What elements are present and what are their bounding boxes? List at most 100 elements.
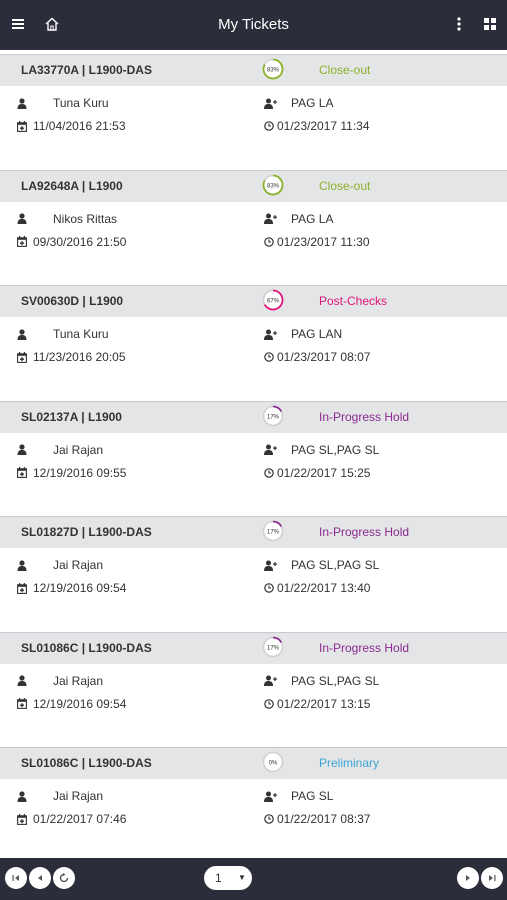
- status-label: Close-out: [319, 178, 371, 193]
- ticket-header: LA33770A | L1900-DAS 83% Close-out: [0, 54, 507, 86]
- calendar-icon: [17, 236, 27, 247]
- more-options-icon[interactable]: [449, 14, 469, 34]
- ticket-header: SL02137A | L1900 17% In-Progress Hold: [0, 400, 507, 433]
- pagination-bar: 1 ▼: [0, 858, 507, 900]
- previous-page-button[interactable]: [29, 867, 51, 889]
- ticket-id: LA33770A | L1900-DAS: [21, 63, 152, 77]
- created-row: 12/19/2016 09:55: [17, 466, 126, 480]
- status-label: In-Progress Hold: [319, 640, 410, 655]
- page-select[interactable]: 1 ▼: [204, 866, 252, 890]
- last-page-button[interactable]: [481, 867, 503, 889]
- group-row: PAG SL,PAG SL: [264, 558, 379, 572]
- created-date: 09/30/2016 21:50: [33, 234, 127, 249]
- created-row: 11/23/2016 20:05: [17, 350, 126, 364]
- updated-row: 01/22/2017 15:25: [264, 466, 370, 480]
- created-row: 11/04/2016 21:53: [17, 119, 126, 133]
- user-icon: [17, 444, 27, 455]
- updated-date: 01/23/2017 11:30: [277, 234, 370, 249]
- created-row: 12/19/2016 09:54: [17, 581, 126, 595]
- progress-ring: 0%: [262, 751, 284, 773]
- first-page-button[interactable]: [5, 867, 27, 889]
- updated-row: 01/22/2017 08:37: [264, 812, 370, 826]
- next-page-button[interactable]: [457, 867, 479, 889]
- clock-icon: [264, 814, 274, 824]
- group-name: PAG SL,PAG SL: [291, 673, 380, 688]
- group-name: PAG LA: [291, 211, 334, 226]
- ticket-card[interactable]: SV00630D | L1900 67% Post-Checks Tuna Ku…: [0, 281, 507, 397]
- progress-ring: 17%: [262, 405, 284, 426]
- assignee-name: Nikos Rittas: [53, 211, 118, 226]
- user-icon: [17, 675, 27, 686]
- ticket-card[interactable]: SL01827D | L1900-DAS 17% In-Progress Hol…: [0, 512, 507, 628]
- ticket-card[interactable]: SL01086C | L1900-DAS 0% Preliminary Jai …: [0, 743, 507, 859]
- assignee-name: Jai Rajan: [53, 442, 104, 457]
- updated-date: 01/23/2017 11:34: [277, 119, 370, 133]
- created-date: 12/19/2016 09:55: [33, 465, 127, 480]
- ticket-card[interactable]: LA33770A | L1900-DAS 83% Close-out Tuna …: [0, 50, 507, 166]
- assignee-row: Jai Rajan: [17, 558, 103, 572]
- assignee-name: Jai Rajan: [53, 558, 104, 572]
- updated-row: 01/23/2017 11:30: [264, 235, 370, 249]
- ticket-id: SL01086C | L1900-DAS: [21, 640, 152, 655]
- ticket-card[interactable]: SL01086C | L1900-DAS 17% In-Progress Hol…: [0, 628, 507, 744]
- updated-date: 01/22/2017 13:15: [277, 696, 371, 711]
- clock-icon: [264, 236, 274, 247]
- group-row: PAG SL: [264, 789, 333, 803]
- progress-percent: 83%: [267, 68, 280, 74]
- menu-icon[interactable]: [8, 14, 28, 34]
- grid-view-icon[interactable]: [480, 14, 500, 34]
- group-row: PAG LA: [264, 212, 333, 226]
- calendar-icon: [17, 582, 27, 594]
- status-label: In-Progress Hold: [319, 409, 410, 424]
- calendar-icon: [17, 351, 27, 363]
- clock-icon: [264, 121, 274, 131]
- progress-ring: 83%: [262, 174, 284, 195]
- ticket-card[interactable]: SL02137A | L1900 17% In-Progress Hold Ja…: [0, 397, 507, 513]
- updated-row: 01/22/2017 13:40: [264, 581, 370, 595]
- progress-percent: 17%: [267, 414, 280, 420]
- group-name: PAG LAN: [291, 327, 343, 341]
- group-row: PAG SL,PAG SL: [264, 443, 379, 457]
- assignee-row: Nikos Rittas: [17, 212, 117, 226]
- group-row: PAG LA: [264, 96, 333, 110]
- assignee-row: Tuna Kuru: [17, 96, 109, 110]
- add-user-icon: [264, 560, 277, 571]
- updated-row: 01/23/2017 11:34: [264, 119, 370, 133]
- created-row: 01/22/2017 07:46: [17, 812, 126, 826]
- created-row: 09/30/2016 21:50: [17, 235, 126, 249]
- page-title: My Tickets: [218, 16, 289, 33]
- ticket-header: SL01827D | L1900-DAS 17% In-Progress Hol…: [0, 516, 507, 548]
- user-icon: [17, 97, 27, 109]
- assignee-row: Jai Rajan: [17, 443, 103, 457]
- refresh-button[interactable]: [53, 867, 75, 889]
- ticket-card[interactable]: LA92648A | L1900 83% Close-out Nikos Rit…: [0, 166, 507, 282]
- assignee-name: Tuna Kuru: [53, 327, 109, 341]
- updated-row: 01/22/2017 13:15: [264, 697, 370, 711]
- calendar-icon: [17, 120, 27, 132]
- created-date: 12/19/2016 09:54: [33, 696, 127, 711]
- status-label: Close-out: [319, 63, 371, 77]
- clock-icon: [264, 698, 274, 709]
- updated-date: 01/22/2017 08:37: [277, 812, 371, 826]
- top-bar: My Tickets: [0, 0, 507, 50]
- ticket-id: SL01827D | L1900-DAS: [21, 525, 152, 539]
- created-date: 12/19/2016 09:54: [33, 581, 127, 595]
- page-number: 1: [215, 871, 222, 885]
- home-icon[interactable]: [42, 14, 62, 34]
- user-icon: [17, 790, 27, 802]
- progress-ring: 83%: [262, 58, 284, 80]
- created-date: 11/23/2016 20:05: [33, 350, 126, 364]
- chevron-down-icon: ▼: [238, 873, 246, 882]
- created-date: 11/04/2016 21:53: [33, 119, 126, 133]
- clock-icon: [264, 467, 274, 478]
- ticket-id: SV00630D | L1900: [21, 294, 124, 308]
- status-label: Preliminary: [319, 756, 380, 770]
- calendar-icon: [17, 698, 27, 709]
- created-date: 01/22/2017 07:46: [33, 812, 127, 826]
- ticket-header: LA92648A | L1900 83% Close-out: [0, 169, 507, 202]
- group-row: PAG SL,PAG SL: [264, 674, 379, 688]
- user-icon: [17, 213, 27, 224]
- add-user-icon: [264, 98, 277, 109]
- progress-ring: 17%: [262, 520, 284, 542]
- ticket-id: SL01086C | L1900-DAS: [21, 756, 152, 770]
